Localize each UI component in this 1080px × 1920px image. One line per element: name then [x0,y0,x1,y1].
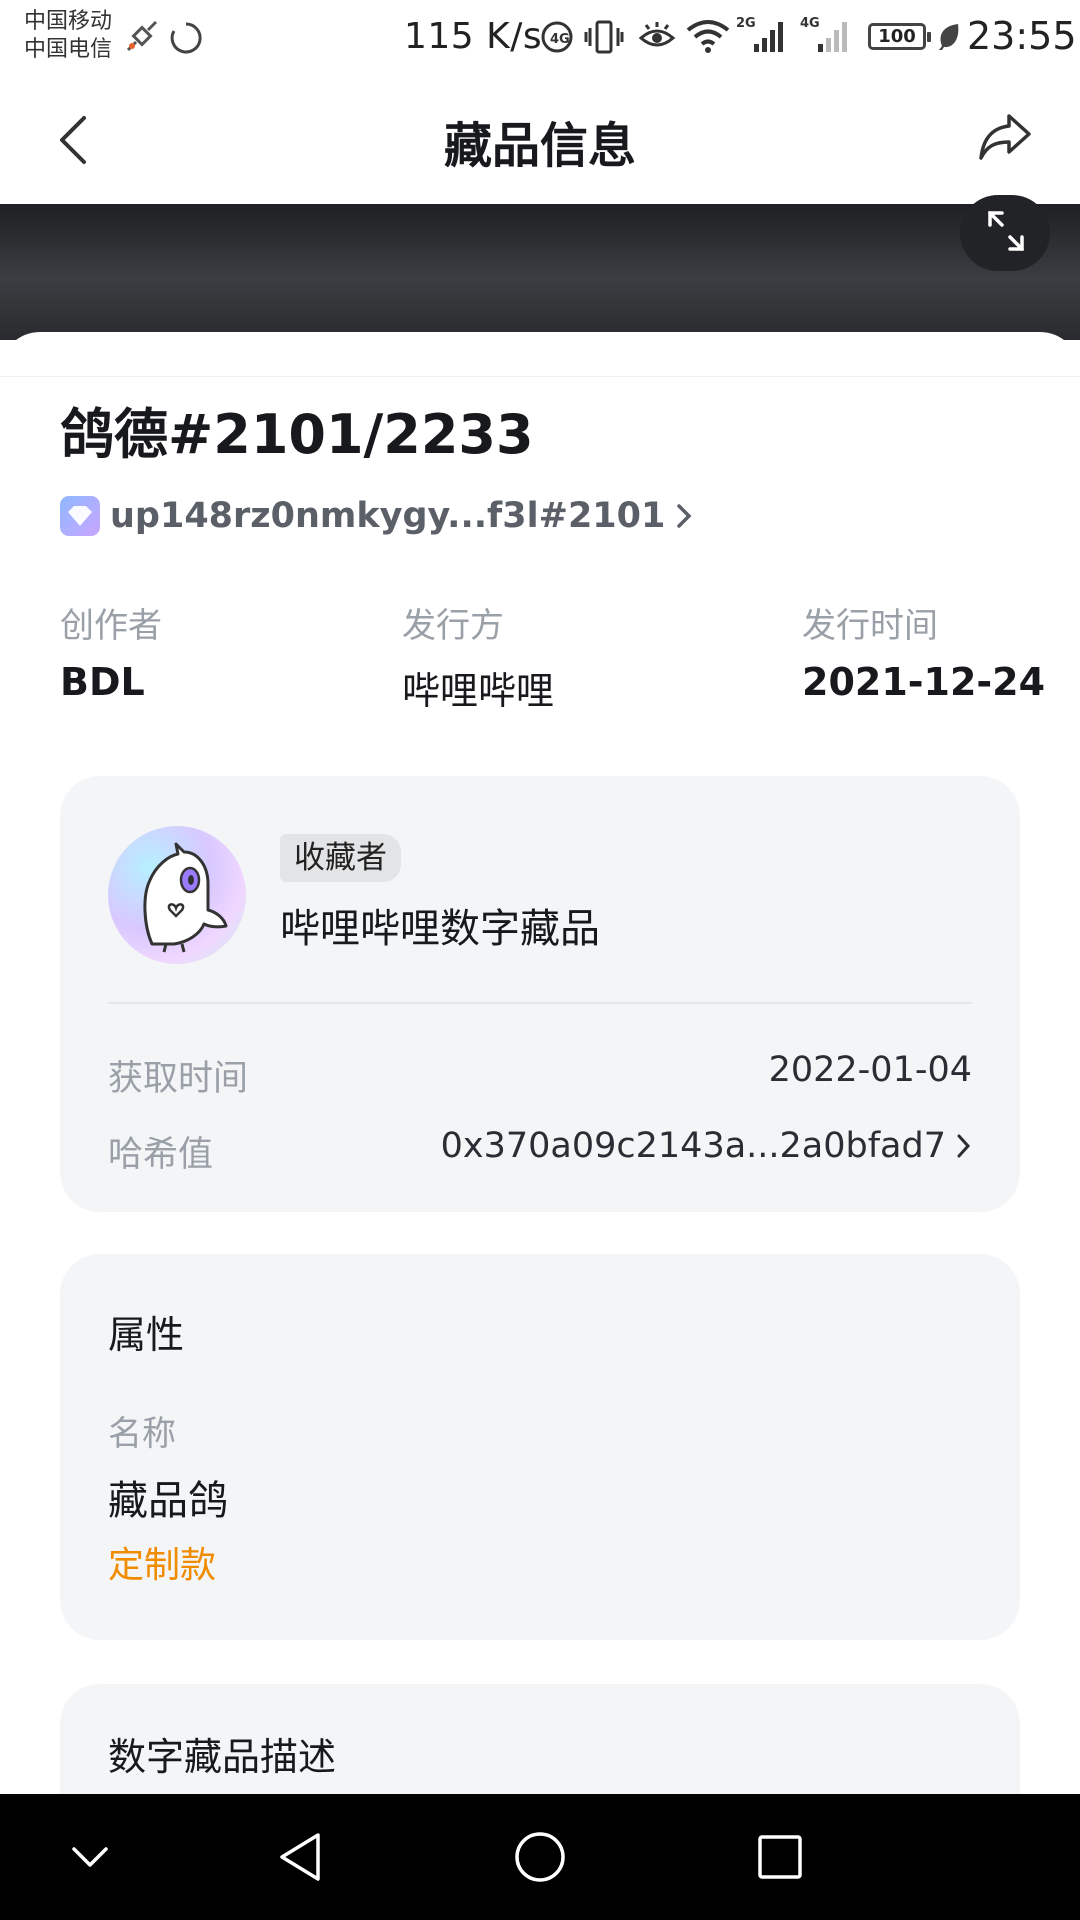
status-bar: 中国移动 中国电信 115 K/s 4G 2G 4G 100 23:55 [0,0,1080,76]
sheet-top-divider [0,376,1080,377]
chain-address-link[interactable]: up148rz0nmkygy...f3l#2101 [60,494,693,538]
carrier-2: 中国电信 [24,37,113,62]
attribute-name-value: 藏品鸽 [108,1478,228,1524]
collectible-preview-banner[interactable] [0,204,1080,340]
signal-strength-weak-icon [816,18,852,54]
pigeon-mascot-icon [143,842,228,953]
vibrate-icon [584,18,624,56]
issuer-label: 发行方 [402,606,504,646]
loading-icon [168,20,204,56]
owner-card: 收藏者 哔哩哔哩数字藏品 获取时间 2022-01-04 哈希值 0x370a0… [60,776,1020,1212]
attribute-tag: 定制款 [108,1545,217,1586]
card-divider [108,1002,972,1004]
system-back-button[interactable] [260,1794,340,1920]
attributes-card: 属性 名称 藏品鸽 定制款 [60,1254,1020,1640]
carrier-1: 中国移动 [24,9,113,34]
circle-home-icon [515,1832,565,1882]
battery-saver-leaf-icon [936,22,962,52]
owner-tag: 收藏者 [280,834,401,882]
creator-value: BDL [60,660,145,704]
status-time: 23:55 [967,14,1077,58]
share-icon [979,114,1031,160]
triangle-back-icon [280,1833,320,1881]
hide-nav-button[interactable] [50,1794,130,1920]
acquired-time-value: 2022-01-04 [769,1050,972,1090]
recents-button[interactable] [740,1794,820,1920]
share-button[interactable] [975,110,1035,164]
acquired-time-text: 2022-01-04 [768,1050,972,1090]
square-recents-icon [758,1835,802,1879]
chevron-right-icon [677,504,692,528]
signal-strength-icon [752,18,788,54]
system-navigation-bar [0,1794,1080,1920]
collectible-title: 鸽德#2101/2233 [60,403,534,466]
home-button[interactable] [500,1794,580,1920]
issuer-value: 哔哩哔哩 [402,669,555,713]
owner-name[interactable]: 哔哩哔哩数字藏品 [280,896,600,954]
hash-label: 哈希值 [108,1135,214,1175]
hd-call-icon: 4G [540,20,574,54]
top-nav-bar: 藏品信息 [0,76,1080,204]
attribute-name-label: 名称 [108,1414,176,1454]
chevron-right-icon [957,1134,971,1158]
issue-date-value: 2021-12-24 [802,660,1046,704]
carrier-labels: 中国移动 中国电信 [24,8,112,64]
expand-icon [988,211,1024,251]
acquired-time-label: 获取时间 [108,1059,249,1099]
wifi-icon [686,18,730,54]
page-title: 藏品信息 [443,118,636,174]
issue-date-label: 发行时间 [802,606,938,646]
svg-text:4G: 4G [550,32,570,47]
avatar[interactable] [108,826,246,964]
battery-indicator: 100 [868,23,931,50]
satellite-icon [124,18,160,54]
network-speed: 115 K/s [404,16,543,57]
hash-link[interactable]: 0x370a09c2143a...2a0bfad7 [441,1126,972,1166]
eye-comfort-icon [638,20,676,54]
chevron-down-icon [72,1847,108,1867]
creator-label: 创作者 [60,606,162,646]
hash-value: 0x370a09c2143a...2a0bfad7 [440,1126,946,1166]
attributes-title: 属性 [108,1313,185,1357]
expand-button[interactable] [960,195,1050,271]
chain-address: up148rz0nmkygy...f3l#2101 [110,496,666,536]
diamond-icon [60,496,100,536]
description-title: 数字藏品描述 [108,1735,337,1779]
